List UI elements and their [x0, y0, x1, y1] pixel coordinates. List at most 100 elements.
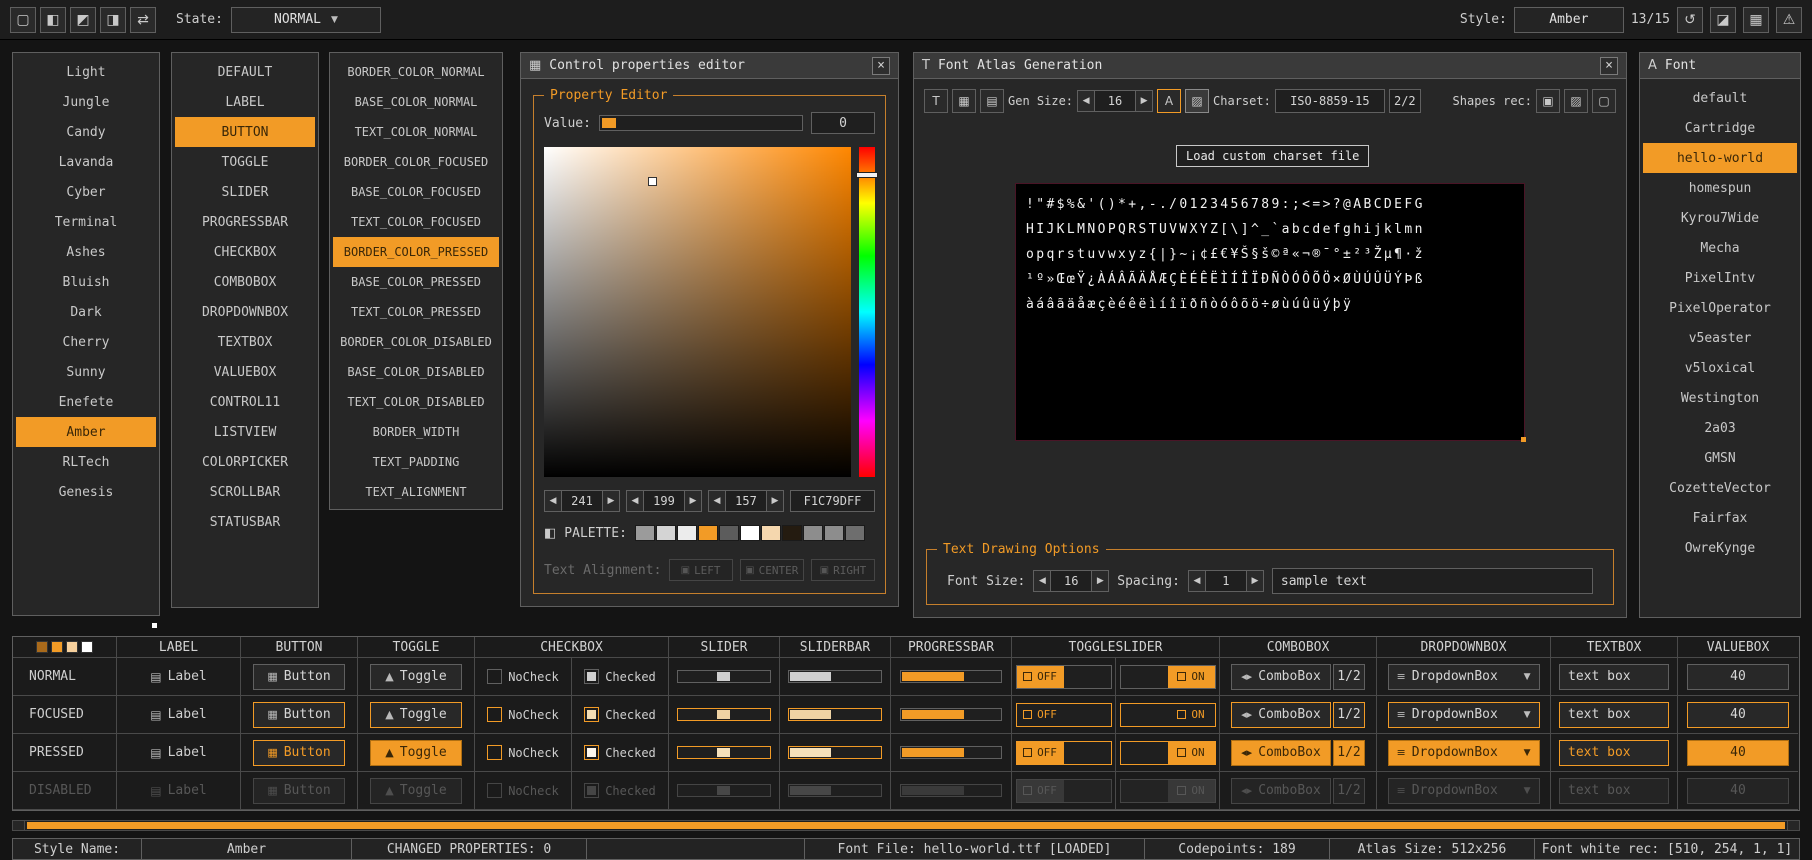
combobox-counter[interactable]: 1/2: [1333, 702, 1365, 728]
control-type-item[interactable]: DEFAULT: [175, 57, 315, 87]
toggleslider-on[interactable]: ON: [1120, 741, 1216, 765]
property-item[interactable]: BASE_COLOR_DISABLED: [333, 357, 499, 387]
control-type-item[interactable]: SLIDER: [175, 177, 315, 207]
toggleslider-off[interactable]: OFF: [1016, 703, 1112, 727]
color-picker-marker[interactable]: [648, 177, 657, 186]
toggleslider-off[interactable]: OFF: [1016, 741, 1112, 765]
textbox-control[interactable]: text box: [1559, 702, 1669, 728]
checkbox-checked[interactable]: Checked: [584, 707, 656, 722]
gen-size-value[interactable]: 16: [1095, 90, 1135, 112]
toggle-control[interactable]: ▲Toggle: [370, 702, 462, 728]
decrement-button[interactable]: ◀: [626, 490, 644, 512]
state-dropdown[interactable]: NORMAL ▼: [231, 7, 381, 33]
button-control[interactable]: ▦Button: [253, 664, 345, 690]
control-type-item[interactable]: STATUSBAR: [175, 507, 315, 537]
font-item[interactable]: CozetteVector: [1643, 473, 1797, 503]
color-swatch[interactable]: [656, 525, 676, 541]
font-item[interactable]: hello-world: [1643, 143, 1797, 173]
color-swatch[interactable]: [51, 641, 63, 653]
control-type-item[interactable]: LISTVIEW: [175, 417, 315, 447]
color-swatch[interactable]: [698, 525, 718, 541]
checkbox-box[interactable]: [487, 745, 502, 760]
toggle-control[interactable]: ▲Toggle: [370, 740, 462, 766]
property-item[interactable]: TEXT_COLOR_DISABLED: [333, 387, 499, 417]
control-type-item[interactable]: TEXTBOX: [175, 327, 315, 357]
style-item[interactable]: RLTech: [16, 447, 156, 477]
style-item[interactable]: Candy: [16, 117, 156, 147]
slider-handle[interactable]: [717, 748, 730, 757]
control-type-item[interactable]: VALUEBOX: [175, 357, 315, 387]
atlas-export-button[interactable]: ▤: [980, 89, 1004, 113]
scroll-left-button[interactable]: [13, 821, 25, 830]
control-type-item[interactable]: CHECKBOX: [175, 237, 315, 267]
hue-bar[interactable]: [859, 147, 875, 477]
green-value[interactable]: 199: [644, 490, 684, 512]
checkbox-box[interactable]: [584, 745, 599, 760]
style-item[interactable]: Amber: [16, 417, 156, 447]
checkbox-box[interactable]: [487, 669, 502, 684]
about-button[interactable]: ⚠: [1776, 7, 1802, 33]
control-type-item[interactable]: SCROLLBAR: [175, 477, 315, 507]
hue-marker[interactable]: [857, 173, 877, 177]
color-swatch[interactable]: [66, 641, 78, 653]
textbox-control[interactable]: text box: [1559, 664, 1669, 690]
valuebox-control[interactable]: 40: [1687, 664, 1789, 690]
color-swatch[interactable]: [81, 641, 93, 653]
checkbox-checked[interactable]: Checked: [584, 745, 656, 760]
atlas-view-button[interactable]: ▦: [952, 89, 976, 113]
style-item[interactable]: Cherry: [16, 327, 156, 357]
property-item[interactable]: BASE_COLOR_NORMAL: [333, 87, 499, 117]
style-item[interactable]: Bluish: [16, 267, 156, 297]
close-button[interactable]: ×: [1600, 57, 1618, 75]
value-box[interactable]: 0: [811, 112, 875, 134]
font-item[interactable]: Cartridge: [1643, 113, 1797, 143]
font-item[interactable]: Fairfax: [1643, 503, 1797, 533]
control-type-item[interactable]: COLORPICKER: [175, 447, 315, 477]
slider-control[interactable]: [677, 746, 771, 759]
style-item[interactable]: Ashes: [16, 237, 156, 267]
font-item[interactable]: GMSN: [1643, 443, 1797, 473]
control-type-item[interactable]: PROGRESSBAR: [175, 207, 315, 237]
font-item[interactable]: PixelIntv: [1643, 263, 1797, 293]
decrement-button[interactable]: ◀: [544, 490, 562, 512]
toggle-control[interactable]: ▲Toggle: [370, 664, 462, 690]
decrement-button[interactable]: ◀: [1188, 570, 1206, 592]
color-swatch[interactable]: [36, 641, 48, 653]
slider-handle[interactable]: [602, 118, 616, 128]
charset-value-box[interactable]: ISO-8859-15: [1275, 89, 1385, 113]
charset-mode-button[interactable]: ▨: [1185, 89, 1209, 113]
combobox-control[interactable]: ◂▸ComboBox: [1231, 664, 1331, 690]
window-mode-button[interactable]: ◪: [1710, 7, 1736, 33]
color-swatch[interactable]: [761, 525, 781, 541]
font-item[interactable]: OwreKynge: [1643, 533, 1797, 563]
value-slider[interactable]: [599, 115, 803, 131]
style-item[interactable]: Sunny: [16, 357, 156, 387]
checkbox-unchecked[interactable]: NoCheck: [487, 707, 559, 722]
randomize-button[interactable]: ⇄: [130, 7, 156, 33]
property-item[interactable]: BASE_COLOR_PRESSED: [333, 267, 499, 297]
property-item[interactable]: TEXT_COLOR_PRESSED: [333, 297, 499, 327]
control-type-item[interactable]: BUTTON: [175, 117, 315, 147]
checkbox-unchecked[interactable]: NoCheck: [487, 669, 559, 684]
control-type-item[interactable]: DROPDOWNBOX: [175, 297, 315, 327]
horizontal-scrollbar[interactable]: [12, 820, 1800, 831]
font-text-button[interactable]: T: [924, 89, 948, 113]
combobox-control[interactable]: ◂▸ComboBox: [1231, 702, 1331, 728]
property-item[interactable]: TEXT_PADDING: [333, 447, 499, 477]
align-right-button[interactable]: ▣RIGHT: [811, 559, 875, 581]
combobox-control[interactable]: ◂▸ComboBox: [1231, 740, 1331, 766]
decrement-button[interactable]: ◀: [1033, 570, 1051, 592]
checkbox-checked[interactable]: Checked: [584, 669, 656, 684]
fontwin-titlebar[interactable]: T Font Atlas Generation ×: [914, 53, 1626, 79]
toggleslider-on[interactable]: ON: [1120, 665, 1216, 689]
decrement-button[interactable]: ◀: [1077, 90, 1095, 112]
font-item[interactable]: PixelOperator: [1643, 293, 1797, 323]
property-item[interactable]: BORDER_COLOR_PRESSED: [333, 237, 499, 267]
font-item[interactable]: Westington: [1643, 383, 1797, 413]
increment-button[interactable]: ▶: [684, 490, 702, 512]
style-item[interactable]: Terminal: [16, 207, 156, 237]
toggleslider-off[interactable]: OFF: [1016, 665, 1112, 689]
shapes-rec-button-1[interactable]: ▣: [1536, 89, 1560, 113]
scroll-right-button[interactable]: [1787, 821, 1799, 830]
sliderbar-control[interactable]: [788, 708, 882, 721]
